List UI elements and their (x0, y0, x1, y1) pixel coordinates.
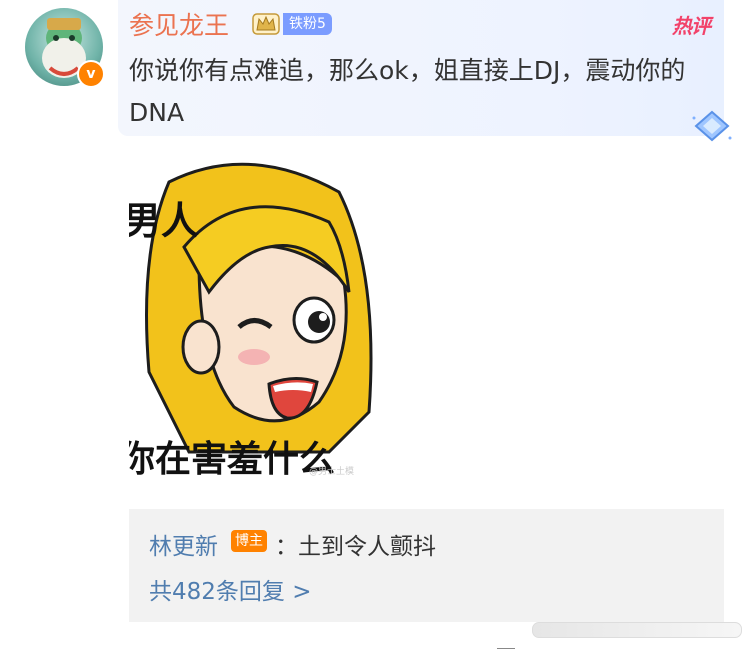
scrollbar-thumb[interactable] (532, 622, 742, 638)
comment-meme-image[interactable]: 男人 你在害羞什么 @男士土模 (129, 152, 376, 478)
comment-username[interactable]: 参见龙王 (129, 6, 229, 42)
blogger-badge: 博主 (231, 530, 267, 552)
comment-text: 你说你有点难追，那么ok，姐直接上DJ，震动你的DNA (129, 56, 686, 127)
next-comment-partial (129, 640, 729, 649)
view-all-replies-link[interactable]: 共482条回复 > (149, 572, 311, 606)
meme-top-caption: 男人 (129, 199, 200, 243)
reply-preview[interactable]: 林更新 博主 ：土到令人颤抖 共482条回复 > (129, 509, 724, 622)
reply-author[interactable]: 林更新 (149, 527, 218, 561)
meme-bottom-caption: 你在害羞什么 (129, 439, 336, 478)
reply-text: ：土到令人颤抖 (275, 534, 436, 560)
fan-level-badge[interactable]: 铁粉5 (283, 13, 332, 35)
crown-icon (252, 13, 280, 35)
diamond-icon (692, 110, 732, 142)
meme-watermark: @男士土模 (309, 467, 355, 477)
verified-badge-icon: v (77, 60, 105, 88)
hot-comment-tag: 热评 (672, 14, 711, 38)
